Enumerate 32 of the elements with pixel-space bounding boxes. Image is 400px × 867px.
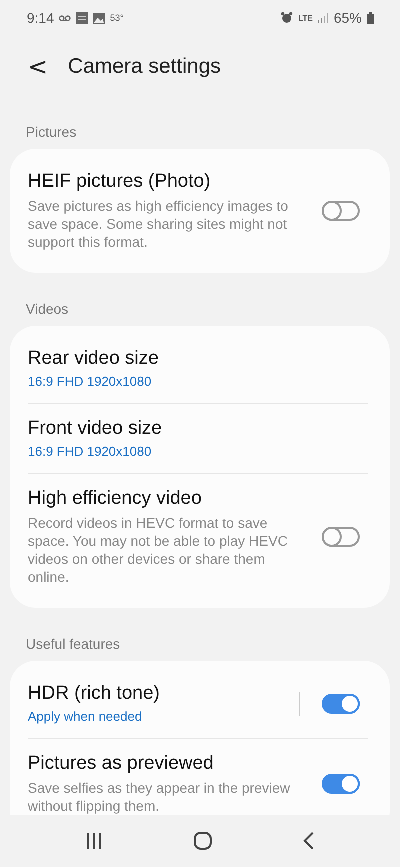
setting-title[interactable]: HEIF pictures (Photo)	[28, 171, 310, 193]
battery-percent: 65%	[334, 10, 362, 26]
time: 9:14	[27, 10, 54, 26]
setting-title[interactable]: Front video size	[28, 418, 360, 440]
page-title: Camera settings	[68, 55, 222, 79]
setting-title[interactable]: HDR (rich tone)	[28, 683, 287, 705]
section-header: Pictures	[25, 123, 78, 142]
back-button[interactable]: <	[22, 53, 54, 81]
setting-value: Apply when needed	[28, 709, 144, 724]
recent-apps-icon[interactable]	[85, 833, 104, 849]
toggle-switch[interactable]	[322, 774, 360, 794]
setting-description: Save selfies as they appear in the preview without flipping them.	[28, 779, 292, 815]
section-header: Videos	[25, 300, 70, 319]
setting-description: Record videos in HEVC format to save space. You may not be able to play HEVC videos on other devices or share them online.	[28, 514, 289, 586]
toggle-switch[interactable]	[322, 201, 360, 221]
setting-value: 16:9 FHD 1920x1080	[28, 374, 153, 389]
setting-title[interactable]: Rear video size	[28, 348, 360, 370]
section-header: Useful features	[25, 635, 122, 654]
temperature: 53°	[110, 13, 124, 23]
home-icon[interactable]	[194, 832, 212, 850]
setting-value: 16:9 FHD 1920x1080	[28, 444, 153, 459]
setting-description: Save pictures as high efficiency images to save space. Some sharing sites might not support this format.	[28, 197, 290, 251]
toggle-switch[interactable]	[322, 694, 360, 714]
battery-icon	[367, 12, 374, 24]
signal-icon	[318, 13, 329, 23]
toggle-switch[interactable]	[322, 527, 360, 547]
back-icon[interactable]	[302, 832, 315, 850]
voicemail-icon	[59, 14, 72, 22]
network-label: LTE	[298, 14, 313, 22]
setting-title[interactable]: Pictures as previewed	[28, 753, 310, 775]
image-icon	[93, 12, 106, 24]
setting-title[interactable]: High efficiency video	[28, 488, 310, 510]
